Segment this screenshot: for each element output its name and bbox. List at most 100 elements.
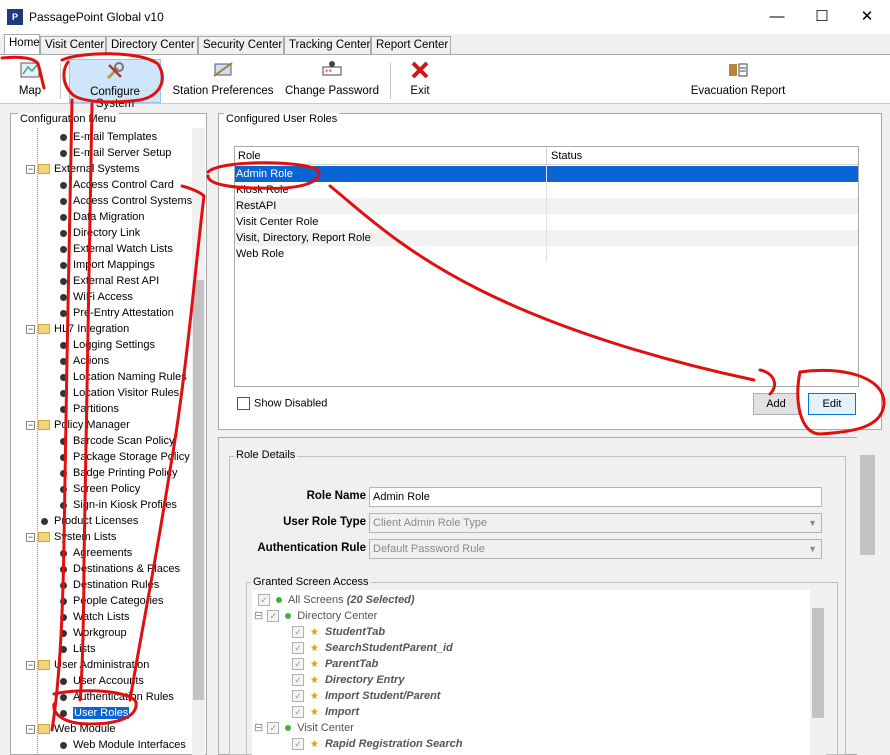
status-dot-icon bbox=[285, 725, 292, 732]
checkbox-icon: ✓ bbox=[292, 642, 304, 655]
tree-item[interactable]: ✓ ★ Rapid Registration Search bbox=[292, 736, 463, 752]
minimize-button[interactable]: — bbox=[754, 0, 800, 34]
tree-item[interactable]: Access Control Systems bbox=[60, 193, 192, 209]
tree-item[interactable]: ✓ All Screens (20 Selected) bbox=[258, 592, 415, 608]
tree-item[interactable]: Data Migration bbox=[60, 209, 145, 225]
configure-system-button[interactable]: Configure System bbox=[69, 59, 161, 110]
tab-directory-center[interactable]: Directory Center bbox=[106, 36, 198, 55]
tree-item[interactable]: Badge Printing Policy bbox=[60, 465, 178, 481]
tree-item[interactable]: ✓ ★ Import Student/Parent bbox=[292, 688, 440, 704]
details-scrollbar-thumb[interactable] bbox=[860, 455, 875, 555]
user-role-type-select[interactable]: Client Admin Role Type ▼ bbox=[369, 513, 822, 533]
tree-item[interactable]: Location Visitor Rules bbox=[60, 385, 179, 401]
tree-item[interactable]: ✓ ★ ParentTab bbox=[292, 656, 378, 672]
tree-item[interactable]: Workgroup bbox=[60, 625, 127, 641]
tree-scrollbar-thumb[interactable] bbox=[193, 280, 204, 700]
tree-item[interactable]: External Rest API bbox=[60, 273, 159, 289]
tree-item-user-roles[interactable]: User Roles bbox=[60, 705, 130, 721]
tree-folder[interactable]: − System Lists bbox=[26, 529, 116, 545]
tree-item[interactable]: Access Control Card bbox=[60, 177, 174, 193]
table-row[interactable]: Admin Role bbox=[235, 166, 858, 182]
tree-item[interactable]: Product Licenses bbox=[41, 513, 138, 529]
tree-item[interactable]: ✓ ★ Directory Entry bbox=[292, 672, 404, 688]
change-password-button[interactable]: ** Change Password bbox=[282, 59, 382, 103]
tab-tracking-center[interactable]: Tracking Center bbox=[284, 36, 371, 55]
tree-item[interactable]: External Watch Lists bbox=[60, 241, 173, 257]
close-button[interactable]: ✕ bbox=[844, 0, 890, 34]
table-row[interactable]: Visit Center Role bbox=[235, 214, 858, 230]
checkbox-icon: ✓ bbox=[292, 626, 304, 639]
toolbar: Map Configure System Station Preferences… bbox=[0, 54, 890, 110]
table-row[interactable]: RestAPI bbox=[235, 198, 858, 214]
tab-report-center[interactable]: Report Center bbox=[371, 36, 451, 55]
folder-icon bbox=[38, 324, 50, 335]
password-icon: ** bbox=[322, 61, 342, 76]
tree-item[interactable]: Authentication Rules bbox=[60, 689, 174, 705]
tree-folder[interactable]: − HL7 Integration bbox=[26, 321, 129, 337]
tree-item[interactable]: Sign-in Kiosk Profiles bbox=[60, 497, 177, 513]
station-preferences-label: Station Preferences bbox=[172, 85, 274, 97]
tree-folder[interactable]: − External Systems bbox=[26, 161, 140, 177]
tree-item[interactable]: ✓ ★ Import bbox=[292, 704, 359, 720]
tree-item[interactable]: Watch Lists bbox=[60, 609, 129, 625]
tree-folder[interactable]: − Policy Manager bbox=[26, 417, 130, 433]
tree-item[interactable]: Screen Policy bbox=[60, 481, 140, 497]
tree-item[interactable]: ✓ ★ SearchStudentParent_id bbox=[292, 640, 453, 656]
checkbox-box[interactable] bbox=[237, 397, 250, 410]
tree-item[interactable]: ✓ ★ StudentTab bbox=[292, 624, 385, 640]
table-row[interactable]: Visit, Directory, Report Role bbox=[235, 230, 858, 246]
role-name-input[interactable]: Admin Role bbox=[369, 487, 822, 507]
authentication-rule-label: Authentication Rule bbox=[257, 542, 366, 554]
map-button[interactable]: Map bbox=[4, 59, 56, 103]
tree-item[interactable]: User Accounts bbox=[60, 673, 144, 689]
tab-visit-center[interactable]: Visit Center bbox=[40, 36, 106, 55]
authentication-rule-select[interactable]: Default Password Rule ▼ bbox=[369, 539, 822, 559]
tree-folder[interactable]: − Web Module bbox=[26, 721, 116, 737]
tree-item[interactable]: Destinations & Places bbox=[60, 561, 180, 577]
tree-item[interactable]: ⊟ ✓ Directory Center bbox=[254, 608, 377, 624]
tree-item[interactable]: Directory Link bbox=[60, 225, 140, 241]
table-row[interactable]: Web Role bbox=[235, 246, 858, 262]
tree-item[interactable]: Actions bbox=[60, 353, 109, 369]
maximize-button[interactable]: ☐ bbox=[799, 0, 845, 34]
tree-item[interactable]: Package Storage Policy bbox=[60, 449, 190, 465]
table-row[interactable]: Kiosk Role bbox=[235, 182, 858, 198]
tree-item[interactable]: ⊟ ✓ Visit Center bbox=[254, 720, 354, 736]
granted-scrollbar-thumb[interactable] bbox=[812, 608, 824, 718]
edit-role-button[interactable]: Edit bbox=[808, 393, 856, 415]
star-icon: ★ bbox=[310, 739, 319, 750]
tree-item[interactable]: Agreements bbox=[60, 545, 132, 561]
tree-item[interactable]: Pre-Entry Attestation bbox=[60, 305, 174, 321]
show-disabled-checkbox[interactable]: Show Disabled bbox=[237, 397, 327, 410]
tree-item[interactable]: People Categories bbox=[60, 593, 164, 609]
tree-item[interactable]: WiFi Access bbox=[60, 289, 133, 305]
tree-item[interactable]: Barcode Scan Policy bbox=[60, 433, 175, 449]
checkbox-icon: ✓ bbox=[292, 674, 304, 687]
app-logo-icon: P bbox=[7, 9, 23, 25]
star-icon: ★ bbox=[310, 643, 319, 654]
tree-item[interactable]: Location Naming Rules bbox=[60, 369, 187, 385]
tab-home[interactable]: Home bbox=[4, 34, 40, 55]
column-header-status[interactable]: Status bbox=[547, 147, 858, 165]
exit-button[interactable]: Exit bbox=[398, 59, 442, 103]
tree-item[interactable]: Import Mappings bbox=[60, 257, 155, 273]
checkbox-icon: ✓ bbox=[292, 706, 304, 719]
tree-item[interactable]: E-mail Templates bbox=[60, 129, 157, 145]
tree-item[interactable]: Partitions bbox=[60, 401, 119, 417]
role-name-label: Role Name bbox=[306, 490, 366, 502]
tab-security-center[interactable]: Security Center bbox=[198, 36, 284, 55]
tree-item[interactable]: Web Module Interfaces bbox=[60, 737, 186, 753]
add-role-button[interactable]: Add bbox=[753, 393, 799, 415]
tree-item[interactable]: Destination Rules bbox=[60, 577, 159, 593]
tree-item[interactable]: Logging Settings bbox=[60, 337, 155, 353]
station-preferences-button[interactable]: Station Preferences bbox=[170, 59, 276, 103]
evacuation-report-label: Evacuation Report bbox=[690, 85, 786, 97]
tree-item[interactable]: Lists bbox=[60, 641, 96, 657]
evacuation-report-button[interactable]: Evacuation Report bbox=[688, 59, 788, 103]
tree-item[interactable]: E-mail Server Setup bbox=[60, 145, 171, 161]
main-tab-strip: Home Visit Center Directory Center Secur… bbox=[0, 34, 890, 55]
column-header-role[interactable]: Role bbox=[235, 147, 547, 165]
folder-icon bbox=[38, 724, 50, 735]
tree-folder[interactable]: − User Administration bbox=[26, 657, 149, 673]
configure-system-label: Configure System bbox=[90, 86, 140, 110]
